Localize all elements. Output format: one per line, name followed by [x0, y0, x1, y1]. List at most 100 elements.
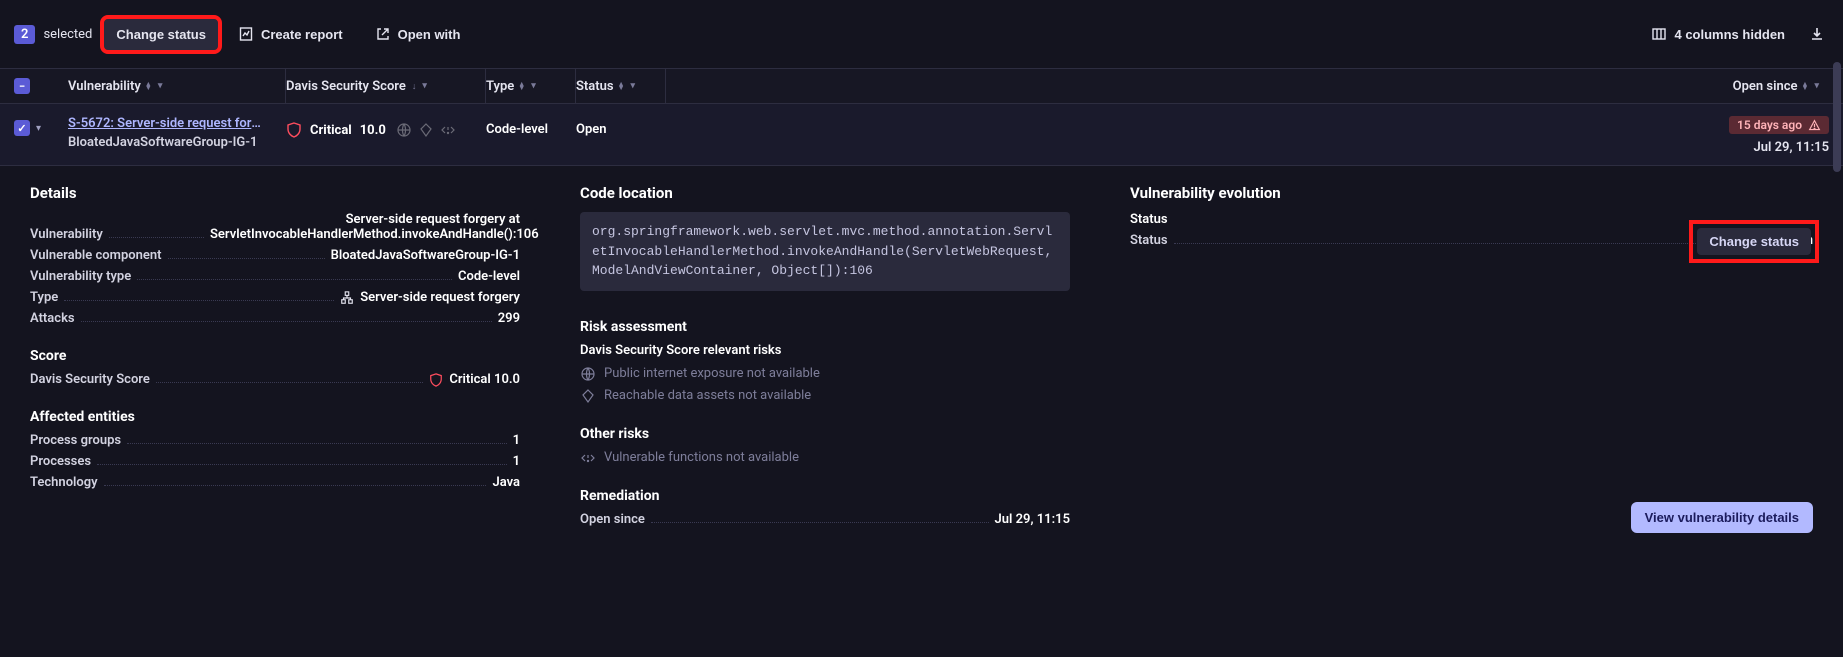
risk-vulnfn-text: Vulnerable functions not available	[604, 450, 799, 465]
code-warn-icon	[440, 122, 456, 138]
vulnerability-component: BloatedJavaSoftwareGroup-IG-1	[68, 135, 286, 150]
age-badge: 15 days ago	[1729, 116, 1829, 134]
expand-caret-icon[interactable]: ▾	[36, 123, 41, 134]
k-vulnerability: Vulnerability	[30, 227, 103, 242]
kv-dss: Davis Security Score Critical 10.0	[30, 372, 520, 387]
columns-icon	[1651, 26, 1667, 42]
diamond-icon	[418, 122, 434, 138]
col-dss-label: Davis Security Score	[286, 79, 406, 94]
open-with-button[interactable]: Open with	[363, 18, 473, 50]
col-status[interactable]: Status ▲▼ ▾	[576, 69, 666, 103]
change-status-highlight: Change status	[1689, 220, 1819, 263]
kv-vtype: Vulnerability type Code-level	[30, 269, 520, 284]
change-status-button[interactable]: Change status	[104, 19, 218, 50]
table-row[interactable]: ▾ S-5672: Server-side request forge… Blo…	[0, 104, 1843, 166]
v-open-since: Jul 29, 11:15	[995, 512, 1071, 527]
row-type-cell: Code-level	[486, 114, 576, 137]
diamond-icon	[580, 388, 596, 404]
kv-type: Type Server-side request forgery	[30, 290, 520, 305]
v-attacks: 299	[498, 311, 520, 326]
ssrf-icon	[340, 291, 354, 305]
v-tech: Java	[492, 475, 520, 490]
age-text: 15 days ago	[1737, 118, 1802, 132]
row-check-cell: ▾	[14, 114, 68, 136]
change-status-button-detail[interactable]: Change status	[1697, 228, 1811, 255]
warning-icon	[1808, 119, 1821, 132]
details-mid-col: Code location org.springframework.web.se…	[580, 184, 1070, 533]
chevron-down-icon: ▾	[531, 81, 536, 91]
kv-attacks: Attacks 299	[30, 311, 520, 326]
row-open-cell: 15 days ago Jul 29, 11:15	[1729, 114, 1829, 155]
k-pg: Process groups	[30, 433, 121, 448]
details-heading: Details	[30, 184, 520, 202]
dss-risks-label: Davis Security Score relevant risks	[580, 343, 1070, 358]
score-heading: Score	[30, 348, 520, 364]
v-pg: 1	[513, 433, 520, 448]
report-icon	[238, 26, 254, 42]
col-open-since-label: Open since	[1733, 79, 1798, 94]
col-status-label: Status	[576, 79, 614, 94]
remediation-heading: Remediation	[580, 488, 1070, 504]
k-type: Type	[30, 290, 58, 305]
vulnerability-link[interactable]: S-5672: Server-side request forge…	[68, 116, 268, 131]
kv-open-since: Open since Jul 29, 11:15	[580, 512, 1070, 527]
k-proc: Processes	[30, 454, 91, 469]
chevron-down-icon: ▾	[158, 81, 163, 91]
k-open-since: Open since	[580, 512, 645, 527]
k-evo-status: Status	[1130, 233, 1168, 248]
select-all-checkbox[interactable]	[14, 78, 30, 94]
code-heading: Code location	[580, 184, 1070, 202]
download-button[interactable]	[1805, 18, 1829, 50]
col-vulnerability-label: Vulnerability	[68, 79, 141, 94]
v-vtype: Code-level	[458, 269, 520, 284]
risk-internet: Public internet exposure not available	[580, 366, 1070, 382]
scrollbar[interactable]	[1833, 62, 1841, 172]
severity-critical-icon	[429, 373, 443, 387]
chevron-down-icon: ▾	[422, 81, 427, 91]
risk-data-text: Reachable data assets not available	[604, 388, 811, 403]
chevron-down-icon: ▾	[1814, 81, 1819, 91]
hidden-columns-button[interactable]: 4 columns hidden	[1639, 18, 1797, 50]
col-open-since[interactable]: Open since ▲▼ ▾	[1733, 69, 1829, 103]
open-date: Jul 29, 11:15	[1729, 140, 1829, 155]
header-checkbox-cell	[14, 69, 68, 103]
risk-heading: Risk assessment	[580, 319, 1070, 335]
table-header: Vulnerability ▲▼ ▾ Davis Security Score …	[0, 68, 1843, 104]
col-type[interactable]: Type ▲▼ ▾	[486, 69, 576, 103]
evolution-heading: Vulnerability evolution	[1130, 184, 1813, 202]
kv-tech: Technology Java	[30, 475, 520, 490]
kv-vulnerability: Vulnerability Server-side request forger…	[30, 212, 520, 242]
k-attacks: Attacks	[30, 311, 75, 326]
affected-heading: Affected entities	[30, 409, 520, 425]
download-icon	[1809, 26, 1825, 42]
risk-vulnfn: Vulnerable functions not available	[580, 450, 1070, 466]
col-dss[interactable]: Davis Security Score ↓ ▾	[286, 69, 486, 103]
severity-label: Critical	[310, 123, 352, 138]
kv-proc: Processes 1	[30, 454, 520, 469]
col-vulnerability[interactable]: Vulnerability ▲▼ ▾	[68, 69, 286, 103]
sort-icon: ▲▼	[518, 82, 525, 90]
k-vtype: Vulnerability type	[30, 269, 131, 284]
selected-count-badge: 2	[14, 25, 35, 44]
k-tech: Technology	[30, 475, 98, 490]
create-report-button[interactable]: Create report	[226, 18, 355, 50]
details-left-col: Details Vulnerability Server-side reques…	[30, 184, 520, 533]
v-dss: Critical 10.0	[429, 372, 520, 387]
sort-icon: ▲▼	[145, 82, 152, 90]
severity-critical-icon	[286, 122, 302, 138]
selected-label: selected	[43, 27, 92, 42]
risk-internet-text: Public internet exposure not available	[604, 366, 820, 381]
v-type: Server-side request forgery	[340, 290, 520, 305]
chevron-down-icon: ▾	[631, 81, 636, 91]
kv-component: Vulnerable component BloatedJavaSoftware…	[30, 248, 520, 263]
change-status-label: Change status	[116, 27, 206, 42]
k-dss: Davis Security Score	[30, 372, 150, 387]
v-component: BloatedJavaSoftwareGroup-IG-1	[331, 248, 520, 263]
view-vulnerability-details-button[interactable]: View vulnerability details	[1631, 502, 1813, 533]
open-external-icon	[375, 26, 391, 42]
hidden-columns-label: 4 columns hidden	[1674, 27, 1785, 42]
row-checkbox[interactable]	[14, 120, 30, 136]
other-risks-heading: Other risks	[580, 426, 1070, 442]
sort-desc-icon: ↓	[412, 81, 417, 92]
row-status-cell: Open	[576, 114, 666, 137]
